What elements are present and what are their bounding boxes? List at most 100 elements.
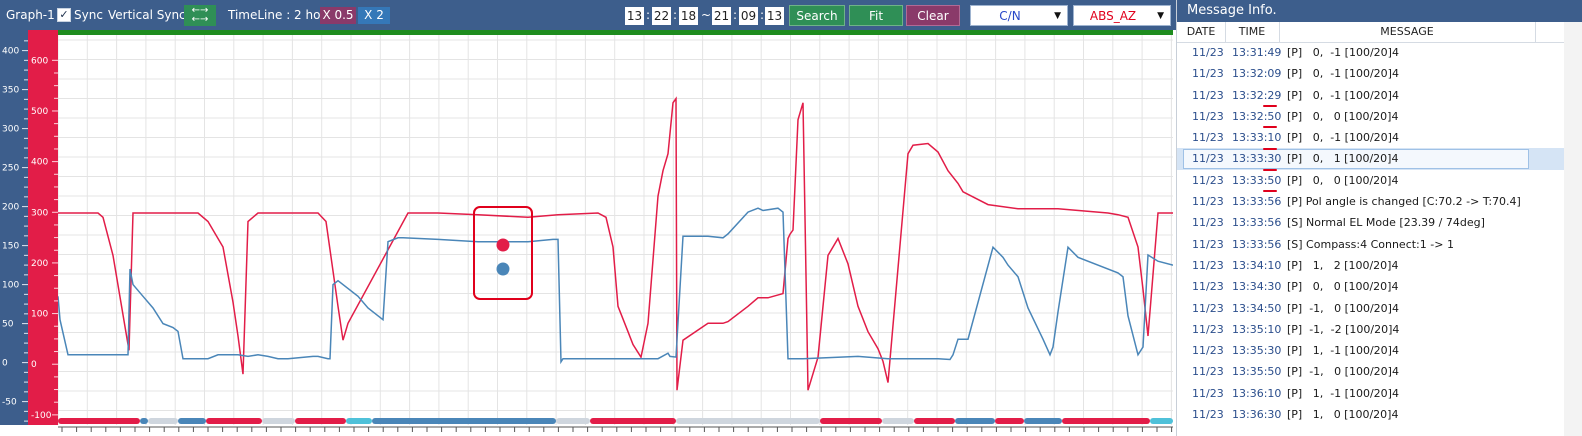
blue-axis-label: 350 xyxy=(2,86,19,96)
row-time: 13:32:29 xyxy=(1232,88,1282,102)
message-row[interactable]: 11/23 13:33:56 [P] Pol angle is changed [C… xyxy=(1177,191,1582,212)
series2-value: ABS_AZ xyxy=(1089,9,1137,23)
col-message[interactable]: MESSAGE xyxy=(1279,22,1536,42)
end-hour-field[interactable]: 21 xyxy=(712,7,731,25)
axis-ticks: 400350300250200150100500-506005004003002… xyxy=(2,40,58,422)
timeline-segment xyxy=(178,418,206,424)
row-time: 13:33:50 xyxy=(1232,173,1282,187)
message-row[interactable]: 11/23 13:34:30 [P] 0, 0 [100/20]4 xyxy=(1177,276,1582,297)
message-row[interactable]: 11/23 13:32:09 [P] 0, -1 [100/20]4 xyxy=(1177,63,1582,84)
row-time: 13:34:10 xyxy=(1232,258,1282,272)
chevron-down-icon: ▼ xyxy=(1157,11,1164,21)
search-button[interactable]: Search xyxy=(789,5,845,26)
message-row[interactable]: 11/23 13:33:56 [S] Normal EL Mode [23.39 /… xyxy=(1177,212,1582,233)
row-date: 11/23 xyxy=(1192,322,1224,336)
row-message: [S] Compass:4 Connect:1 -> 1 xyxy=(1287,237,1454,251)
red-axis-label: 300 xyxy=(31,208,48,218)
message-row[interactable]: 11/23 13:31:49 [P] 0, -1 [100/20]4 xyxy=(1177,42,1582,63)
message-row[interactable]: 11/23 13:33:50 [P] 0, 0 [100/20]4 xyxy=(1177,170,1582,191)
row-message: [S] Normal EL Mode [23.39 / 74deg] xyxy=(1287,216,1485,230)
row-date: 11/23 xyxy=(1192,237,1224,251)
row-date: 11/23 xyxy=(1192,344,1224,358)
message-row[interactable]: 11/23 13:33:10 [P] 0, -1 [100/20]4 xyxy=(1177,127,1582,148)
graph-title: Graph-1 xyxy=(6,8,55,22)
row-date: 11/23 xyxy=(1192,173,1224,187)
series1-select[interactable]: C/N ▼ xyxy=(970,5,1068,26)
message-row[interactable]: 11/23 13:34:10 [P] 1, 2 [100/20]4 xyxy=(1177,255,1582,276)
timeline-segment xyxy=(676,418,820,424)
row-date: 11/23 xyxy=(1192,301,1224,315)
row-date: 11/23 xyxy=(1192,216,1224,230)
message-row[interactable]: 11/23 13:35:30 [P] 1, -1 [100/20]4 xyxy=(1177,340,1582,361)
row-message: [P] 0, -1 [100/20]4 xyxy=(1287,46,1399,59)
timeline-segment xyxy=(372,418,556,424)
blue-axis-label: 50 xyxy=(2,320,14,330)
col-date[interactable]: DATE xyxy=(1177,22,1226,42)
line-chart[interactable] xyxy=(58,35,1173,425)
message-row[interactable]: 11/23 13:36:10 [P] 1, -1 [100/20]4 xyxy=(1177,383,1582,404)
zoom-in-button[interactable]: X 2 xyxy=(358,7,390,24)
time-separator: : xyxy=(760,8,765,22)
col-time[interactable]: TIME xyxy=(1225,22,1280,42)
blue-cursor-point[interactable] xyxy=(496,262,510,276)
row-time: 13:36:10 xyxy=(1232,386,1282,400)
red-underline-mark xyxy=(1263,190,1277,193)
message-panel-header: Message Info. xyxy=(1177,0,1582,22)
red-axis-label: 200 xyxy=(31,259,48,269)
time-separator: : xyxy=(673,8,678,22)
zoom-out-button[interactable]: X 0.5 xyxy=(320,7,356,24)
start-minute-field[interactable]: 22 xyxy=(652,7,671,25)
message-list: 11/23 13:31:49 [P] 0, -1 [100/20]4 11/23 13:… xyxy=(1177,42,1582,425)
row-message: [P] 0, 0 [100/20]4 xyxy=(1287,173,1399,187)
red-axis-label: 500 xyxy=(31,107,48,117)
row-message: [P] 1, 0 [100/20]4 xyxy=(1287,408,1399,422)
row-time: 13:35:50 xyxy=(1232,365,1282,379)
row-date: 11/23 xyxy=(1192,386,1224,400)
row-time: 13:33:10 xyxy=(1232,131,1282,145)
vertical-sync-button[interactable]: ←→ ←→ xyxy=(184,5,216,26)
row-time: 13:35:10 xyxy=(1232,322,1282,336)
row-date: 11/23 xyxy=(1192,258,1224,272)
message-row[interactable]: 11/23 13:35:10 [P] -1, -2 [100/20]4 xyxy=(1177,319,1582,340)
series-line-1 xyxy=(58,96,1173,391)
vertical-sync-label: Vertical Sync : xyxy=(108,8,194,22)
row-message: [P] 0, 0 [100/20]4 xyxy=(1287,280,1399,294)
message-row[interactable]: 11/23 13:33:56 [S] Compass:4 Connect:1 -> … xyxy=(1177,234,1582,255)
scrollbar[interactable] xyxy=(1564,22,1582,436)
clear-button[interactable]: Clear xyxy=(906,5,960,26)
sync-checkbox[interactable]: ✓ xyxy=(57,8,71,22)
row-message: [P] 1, -1 [100/20]4 xyxy=(1287,386,1399,400)
message-row[interactable]: 11/23 13:34:50 [P] -1, 0 [100/20]4 xyxy=(1177,298,1582,319)
timeline-segment xyxy=(820,418,882,424)
row-time: 13:33:56 xyxy=(1232,195,1282,209)
fit-button[interactable]: Fit xyxy=(849,5,903,26)
column-headers: DATE TIME MESSAGE xyxy=(1177,22,1582,43)
timeline-segment xyxy=(556,418,590,424)
time-axis xyxy=(58,418,1173,432)
blue-axis-label: 200 xyxy=(2,203,19,213)
blue-axis-label: 150 xyxy=(2,242,19,252)
annotation-box xyxy=(473,206,533,300)
row-date: 11/23 xyxy=(1192,365,1224,379)
timeline-segment xyxy=(882,418,914,424)
message-row[interactable]: 11/23 13:33:30 [P] 0, 1 [100/20]4 xyxy=(1177,148,1582,170)
message-row[interactable]: 11/23 13:35:50 [P] -1, 0 [100/20]4 xyxy=(1177,361,1582,382)
end-minute-field[interactable]: 09 xyxy=(739,7,758,25)
timeline-segment xyxy=(262,418,295,424)
series2-select[interactable]: ABS_AZ ▼ xyxy=(1073,5,1171,26)
start-hour-field[interactable]: 13 xyxy=(625,7,644,25)
message-row[interactable]: 11/23 13:36:30 [P] 1, 0 [100/20]4 xyxy=(1177,404,1582,425)
row-message: [P] 0, 1 [100/20]4 xyxy=(1287,152,1399,166)
start-second-field[interactable]: 18 xyxy=(679,7,698,25)
timeline-segment xyxy=(1062,418,1150,424)
end-second-field[interactable]: 13 xyxy=(765,7,784,25)
red-underline-mark xyxy=(1263,104,1277,107)
range-separator: ~ xyxy=(701,8,712,22)
message-row[interactable]: 11/23 13:32:29 [P] 0, -1 [100/20]4 xyxy=(1177,85,1582,106)
row-message: [P] Pol angle is changed [C:70.2 -> T:70… xyxy=(1287,195,1521,209)
row-time: 13:33:56 xyxy=(1232,237,1282,251)
blue-axis-label: 300 xyxy=(2,125,19,135)
message-row[interactable]: 11/23 13:32:50 [P] 0, 0 [100/20]4 xyxy=(1177,106,1582,127)
series1-value: C/N xyxy=(999,9,1021,23)
red-cursor-point[interactable] xyxy=(496,238,510,252)
